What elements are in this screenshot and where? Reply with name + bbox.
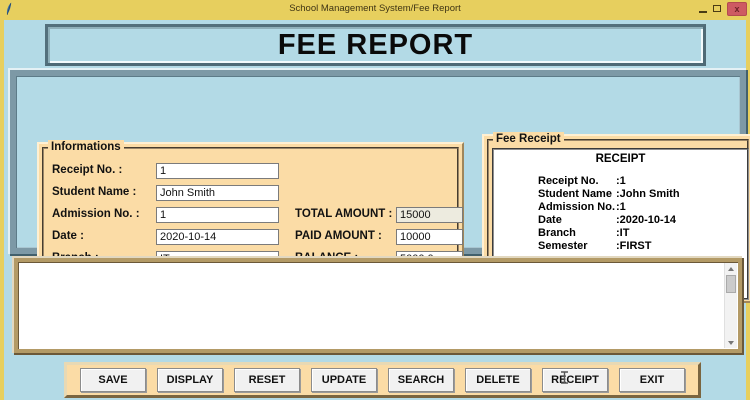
titlebar: School Management System/Fee Report x — [0, 0, 750, 17]
page-header: FEE REPORT — [45, 24, 706, 66]
page-title: FEE REPORT — [278, 29, 473, 62]
vertical-scrollbar[interactable] — [724, 263, 737, 348]
student-name-label: Student Name : — [52, 186, 136, 198]
student-name-input[interactable] — [156, 185, 279, 201]
receipt-button[interactable]: RECEIPT — [542, 368, 608, 392]
receipt-no-label: Receipt No. : — [52, 164, 122, 176]
delete-button[interactable]: DELETE — [465, 368, 531, 392]
scrollbar-down-icon[interactable] — [725, 337, 737, 348]
search-button[interactable]: SEARCH — [388, 368, 454, 392]
button-bar: SAVE DISPLAY RESET UPDATE SEARCH DELETE … — [64, 362, 701, 398]
window-body: FEE REPORT Informations Receipt No. : St… — [4, 20, 746, 400]
receipt-title: RECEIPT — [494, 153, 747, 165]
receipt-line: Semester:FIRST — [538, 240, 747, 253]
paid-amount-input[interactable] — [396, 229, 463, 245]
main-panel: Informations Receipt No. : Student Name … — [10, 70, 746, 254]
close-icon[interactable]: x — [727, 2, 747, 16]
fee-receipt-legend: Fee Receipt — [493, 132, 564, 146]
receipt-line: Admission No.:1 — [538, 201, 747, 214]
admission-no-label: Admission No. : — [52, 208, 140, 220]
receipt-line: Branch:IT — [538, 227, 747, 240]
reset-button[interactable]: RESET — [234, 368, 300, 392]
receipt-line: Date:2020-10-14 — [538, 214, 747, 227]
scrollbar-up-icon[interactable] — [725, 263, 737, 274]
receipt-line: Student Name:John Smith — [538, 188, 747, 201]
total-amount-label: TOTAL AMOUNT : — [295, 208, 392, 220]
window-controls: x — [699, 1, 747, 16]
app-feather-icon — [4, 2, 14, 16]
maximize-icon[interactable] — [713, 5, 721, 12]
receipt-line: Receipt No.:1 — [538, 175, 747, 188]
update-button[interactable]: UPDATE — [311, 368, 377, 392]
minimize-icon[interactable] — [699, 11, 707, 13]
app-window: School Management System/Fee Report x FE… — [0, 0, 750, 400]
paid-amount-label: PAID AMOUNT : — [295, 230, 382, 242]
informations-legend: Informations — [48, 140, 124, 154]
receipt-no-input[interactable] — [156, 163, 279, 179]
total-amount-input[interactable] — [396, 207, 463, 223]
mouse-cursor-icon — [560, 371, 569, 384]
window-title: School Management System/Fee Report — [0, 3, 750, 14]
display-button[interactable]: DISPLAY — [157, 368, 223, 392]
admission-no-input[interactable] — [156, 207, 279, 223]
date-label: Date : — [52, 230, 84, 242]
date-input[interactable] — [156, 229, 279, 245]
output-text-area[interactable] — [14, 258, 742, 353]
scrollbar-thumb[interactable] — [726, 275, 736, 293]
save-button[interactable]: SAVE — [80, 368, 146, 392]
exit-button[interactable]: EXIT — [619, 368, 685, 392]
